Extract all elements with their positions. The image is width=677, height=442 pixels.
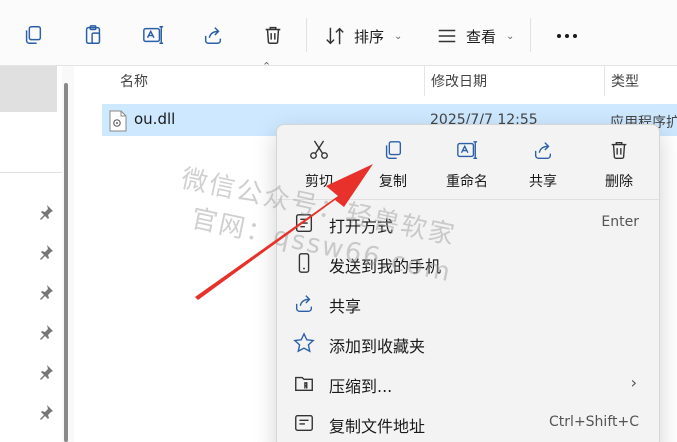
sort-label: 排序 <box>354 27 385 46</box>
menu-item-copy-path[interactable]: 复制文件地址 Ctrl+Shift+C <box>283 405 653 441</box>
menu-item-add-to-favorites[interactable]: 添加到收藏夹 <box>283 325 653 361</box>
nav-divider <box>0 172 62 173</box>
file-name: ou.dll <box>134 110 176 128</box>
delete-icon <box>611 141 627 159</box>
pin-icon[interactable] <box>38 324 54 340</box>
nav-scrollbar[interactable] <box>64 83 68 442</box>
rename-icon <box>143 26 164 44</box>
column-header-type[interactable]: 类型 <box>611 66 639 96</box>
menu-item-open-with[interactable]: 打开方式 Enter <box>283 205 653 241</box>
share-button[interactable] <box>195 17 231 53</box>
share-icon <box>534 142 552 159</box>
more-horizontal-icon <box>557 34 561 38</box>
column-header-name[interactable]: 名称 <box>120 66 148 96</box>
star-icon <box>293 332 315 353</box>
column-separator[interactable] <box>604 66 605 96</box>
navigation-pane <box>0 66 62 442</box>
pin-icon[interactable] <box>38 364 54 380</box>
share-menu-button[interactable]: 共享 <box>507 137 579 197</box>
pin-icon[interactable] <box>38 204 54 220</box>
context-menu: 剪切 复制 重命名 共享 删除 打开方式 Enter 发送到我的手机 共享 添加… <box>276 124 660 442</box>
copy-path-icon <box>295 414 313 432</box>
cut-button[interactable]: 剪切 <box>283 137 355 197</box>
rename-icon <box>457 141 478 159</box>
view-icon <box>438 29 456 43</box>
copy-button[interactable] <box>15 17 51 53</box>
menu-item-share[interactable]: 共享 <box>283 285 653 321</box>
chevron-right-icon: › <box>630 373 637 392</box>
chevron-down-icon: ⌄ <box>394 30 403 42</box>
toolbar-separator <box>530 18 531 52</box>
zip-folder-icon <box>295 376 313 392</box>
pin-icon[interactable] <box>38 284 54 300</box>
shortcut-text: Ctrl+Shift+C <box>549 414 639 430</box>
paste-icon <box>85 25 101 44</box>
sort-ascending-icon: ⌃ <box>262 60 272 73</box>
menu-item-send-to-phone[interactable]: 发送到我的手机 <box>283 245 653 281</box>
nav-item-selected[interactable] <box>0 66 57 112</box>
menu-item-compress-to[interactable]: 压缩到... › <box>283 365 653 401</box>
column-header-modified[interactable]: 修改日期 <box>431 66 487 96</box>
paste-button[interactable] <box>75 17 111 53</box>
pin-icon[interactable] <box>38 404 54 420</box>
phone-icon <box>298 253 310 273</box>
command-bar: 排序 ⌄ 查看 ⌄ <box>0 0 677 66</box>
chevron-down-icon: ⌄ <box>506 30 515 42</box>
toolbar-separator <box>306 18 307 52</box>
dll-file-icon <box>109 110 127 132</box>
share-icon <box>295 295 313 312</box>
delete-menu-button[interactable]: 删除 <box>583 137 655 197</box>
view-dropdown[interactable]: 查看 ⌄ <box>436 20 514 52</box>
delete-icon <box>265 26 281 44</box>
copy-menu-button[interactable]: 复制 <box>357 137 429 197</box>
sort-dropdown[interactable]: 排序 ⌄ <box>324 20 402 52</box>
cut-icon <box>310 140 328 159</box>
delete-button[interactable] <box>255 17 291 53</box>
copy-icon <box>385 141 402 159</box>
more-options-button[interactable] <box>549 20 585 52</box>
copy-icon <box>25 26 42 44</box>
pin-icon[interactable] <box>38 244 54 260</box>
view-label: 查看 <box>466 27 497 46</box>
share-icon <box>204 27 222 44</box>
rename-menu-button[interactable]: 重命名 <box>431 137 503 197</box>
column-separator[interactable] <box>424 66 425 96</box>
shortcut-text: Enter <box>601 214 639 230</box>
rename-button[interactable] <box>135 17 171 53</box>
sort-icon <box>326 27 344 45</box>
menu-divider <box>277 199 659 200</box>
open-with-icon <box>295 214 313 232</box>
